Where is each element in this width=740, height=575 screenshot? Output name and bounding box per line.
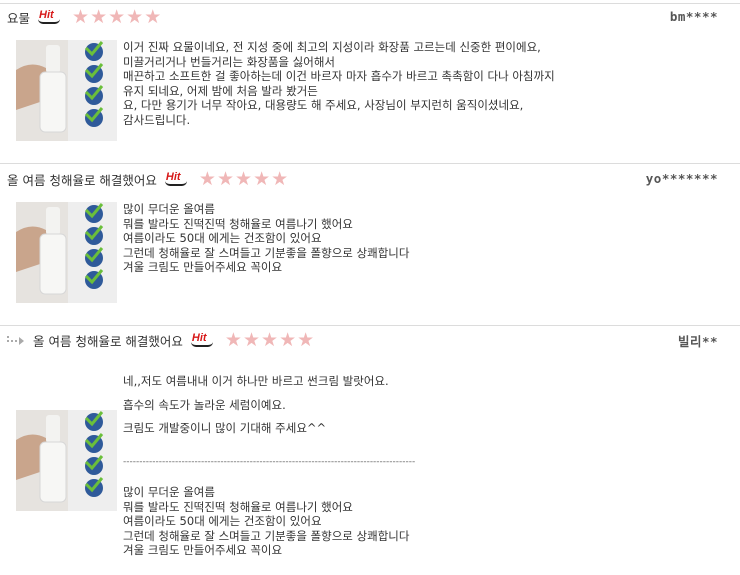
review-line: 많이 무더운 올여름	[123, 485, 215, 499]
review-title-row[interactable]: 요물 Hit ★ ★ ★ ★ ★	[7, 8, 162, 27]
star-icon: ★	[261, 329, 279, 351]
review-title[interactable]: 올 여름 청해율로 해결했어요	[33, 331, 183, 350]
star-icon: ★	[271, 168, 289, 190]
review-title[interactable]: 요물	[7, 8, 30, 27]
star-icon: ★	[235, 168, 253, 190]
hit-badge-icon: Hit	[190, 332, 215, 347]
review-line: 유지 되네요, 어제 밤에 처음 발라 봤거든	[123, 83, 318, 98]
star-icon: ★	[90, 6, 108, 28]
star-icon: ★	[224, 329, 242, 351]
star-icon: ★	[198, 168, 216, 190]
review-line: 그런데 청해율로 잘 스며들고 기분좋을 폴향으로 상쾌합니다	[123, 528, 410, 543]
review-line: 감사드립니다.	[123, 112, 191, 127]
reply-line: 흡수의 속도가 놀라운 세럼이예요.	[123, 397, 286, 412]
star-icon: ★	[144, 6, 162, 28]
product-thumbnail[interactable]	[16, 410, 117, 511]
divider	[0, 3, 740, 4]
review-line: 이거 진짜 요물이네요, 전 지성 중에 최고의 지성이라 화장품 고르는데 신…	[123, 40, 541, 54]
review-line: 겨울 크림도 만들어주세요 꼭이요	[123, 260, 283, 274]
star-icon: ★	[279, 329, 297, 351]
reply-arrow-icon	[7, 334, 25, 349]
review-line: 미끌거리거나 번들거리는 화장품을 싫어해서	[123, 54, 335, 69]
product-thumbnail[interactable]	[16, 202, 117, 303]
star-icon: ★	[216, 168, 235, 190]
review-line: 뭐를 발라도 진떡진떡 청해율로 여름나기 했어요	[123, 216, 353, 231]
reply-separator: ----------------------------------------…	[123, 457, 416, 467]
review-line: 뭐를 발라도 진떡진떡 청해율로 여름나기 했어요	[123, 499, 353, 514]
review-line: 겨울 크림도 만들어주세요 꼭이요	[123, 543, 283, 557]
star-icon: ★	[108, 6, 126, 28]
hit-badge-icon: Hit	[164, 171, 189, 186]
review-line: 요, 다만 용기가 너무 작아요, 대용량도 해 주세요, 사장님이 부지런히 …	[123, 98, 524, 112]
divider	[0, 325, 740, 326]
rating-stars: ★ ★ ★ ★ ★	[72, 8, 162, 27]
star-icon: ★	[72, 6, 90, 28]
reply-line: 네,,저도 여름내내 이거 하나만 바르고 썬크림 발랏어요.	[123, 374, 389, 388]
review-title-row[interactable]: 올 여름 청해율로 해결했어요 Hit ★ ★ ★ ★ ★	[7, 170, 289, 189]
star-icon: ★	[253, 168, 271, 190]
review-author: 빌리**	[677, 334, 718, 349]
review-line: 많이 무더운 올여름	[123, 202, 215, 216]
hit-badge-icon: Hit	[38, 9, 62, 24]
review-author: yo*******	[645, 171, 718, 186]
review-body: 이거 진짜 요물이네요, 전 지성 중에 최고의 지성이라 화장품 고르는데 신…	[123, 40, 555, 127]
review-body: 많이 무더운 올여름 뭐를 발라도 진떡진떡 청해율로 여름나기 했어요 여름이…	[123, 202, 409, 275]
product-thumbnail[interactable]	[16, 40, 117, 141]
reply-body: 네,,저도 여름내내 이거 하나만 바르고 썬크림 발랏어요. 흡수의 속도가 …	[123, 374, 389, 436]
reply-line: 크림도 개발중이니 많이 기대해 주세요^^	[123, 421, 327, 435]
divider	[0, 163, 740, 164]
review-author: bm****	[669, 9, 718, 24]
review-line: 여름이라도 50대 에게는 건조함이 있어요	[123, 231, 322, 245]
star-icon: ★	[242, 329, 261, 351]
rating-stars: ★ ★ ★ ★ ★	[199, 170, 289, 189]
review-line: 그런데 청해율로 잘 스며들고 기분좋을 폴향으로 상쾌합니다	[123, 245, 410, 260]
star-icon: ★	[126, 6, 144, 28]
review-title[interactable]: 올 여름 청해율로 해결했어요	[7, 170, 157, 189]
review-body: 많이 무더운 올여름 뭐를 발라도 진떡진떡 청해율로 여름나기 했어요 여름이…	[123, 485, 409, 558]
review-title-row[interactable]: 올 여름 청해율로 해결했어요 Hit ★ ★ ★ ★ ★	[33, 331, 315, 350]
rating-stars: ★ ★ ★ ★ ★	[225, 331, 315, 350]
review-line: 매끈하고 소프트한 걸 좋아하는데 이건 바르자 마자 흡수가 바르고 촉촉함이…	[123, 69, 555, 83]
review-line: 여름이라도 50대 에게는 건조함이 있어요	[123, 514, 322, 528]
star-icon: ★	[297, 329, 315, 351]
